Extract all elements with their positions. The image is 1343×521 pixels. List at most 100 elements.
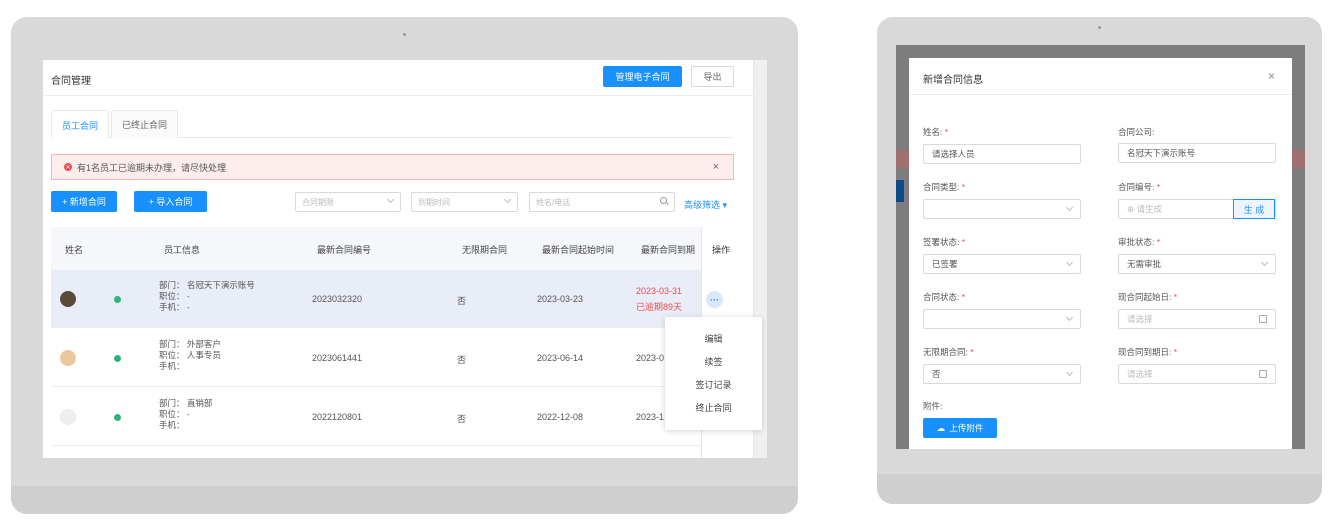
contract-code: 2022120801 (312, 412, 363, 422)
unlimited-value: 否 (457, 296, 467, 306)
camera-dot (1098, 26, 1101, 29)
company-label: 合同公司: (1118, 127, 1155, 137)
phone-text: 手机： - (159, 302, 190, 312)
more-actions-button[interactable]: ··· (706, 291, 723, 308)
chevron-down-icon (503, 195, 512, 204)
column-header: 员工信息 (164, 245, 201, 255)
start-date: 2023-03-23 (537, 294, 584, 304)
unlimited-value: 否 (457, 355, 467, 365)
menu-item-edit[interactable]: 编辑 (665, 332, 762, 345)
tab-employee-contracts[interactable]: 员工合同 (51, 110, 110, 139)
contract-status-select[interactable] (923, 309, 1081, 329)
phone-text: 手机： (159, 420, 185, 430)
contract-code-field[interactable]: ⊕ 请生成 生 成 (1118, 199, 1276, 219)
alert-text: 有1名员工已逾期未办理，请尽快处理 (77, 162, 227, 173)
search-input[interactable]: 姓名/电话 (529, 192, 675, 212)
end-date: 2023-03-31 (636, 286, 683, 296)
start-date: 2022-12-08 (537, 412, 584, 422)
approval-status-select[interactable]: 无需审批 (1118, 254, 1276, 274)
tab-bar: 员工合同 已终止合同 (51, 110, 733, 139)
background-alert-strip (896, 150, 909, 168)
company-field[interactable]: 名冠天下演示账号 (1118, 143, 1276, 163)
dept-text: 部门： 名冠天下演示账号 (159, 280, 255, 290)
end-date: 2023-0 (636, 353, 665, 363)
modal-title: 新增合同信息 (923, 75, 983, 86)
approval-status-label: 审批状态: * (1118, 237, 1161, 247)
page-title: 合同管理 (51, 76, 91, 87)
attachment-label: 附件: (923, 401, 943, 411)
avatar (60, 409, 76, 425)
import-contract-button[interactable]: + 导入合同 (134, 191, 207, 212)
dept-text: 部门： 直销部 (159, 398, 213, 408)
employee-info: 部门： 外部客户 职位： 人事专员 手机： (159, 339, 221, 372)
employee-info: 部门： 直销部 职位： - 手机： (159, 398, 212, 431)
end-date-picker[interactable]: 请选择 (1118, 364, 1276, 384)
status-dot (114, 355, 121, 362)
contract-status-label: 合同状态: * (923, 292, 966, 302)
divider (909, 94, 1292, 95)
phone-text: 手机： (159, 361, 185, 371)
tab-terminated-contracts[interactable]: 已终止合同 (111, 110, 179, 138)
end-date-label: 现合同到期日: * (1118, 347, 1178, 357)
sign-status-label: 签署状态: * (923, 237, 966, 247)
upload-icon: ☁ (936, 422, 946, 433)
column-header: 操作 (712, 245, 731, 255)
generate-button[interactable]: 生 成 (1233, 199, 1275, 219)
advanced-filter-link[interactable]: 高级筛选 ▾ (684, 198, 727, 211)
menu-item-renew[interactable]: 续签 (665, 355, 762, 368)
table-row[interactable]: 部门： 外部客户 职位： 人事专员 手机： 2023061441 否 2023-… (51, 329, 734, 387)
contract-type-select[interactable] (923, 199, 1081, 219)
chevron-down-icon (1065, 203, 1074, 212)
unlimited-select[interactable]: 否 (923, 364, 1081, 384)
end-date: 2023-1 (636, 412, 665, 422)
column-header: 最新合同编号 (317, 245, 372, 255)
position-text: 职位： 人事专员 (159, 350, 221, 360)
sign-status-select[interactable]: 已签署 (923, 254, 1081, 274)
status-dot (114, 414, 121, 421)
chevron-down-icon (386, 195, 395, 204)
table-row[interactable]: 部门： 名冠天下演示账号 职位： - 手机： - 2023032320 否 20… (51, 270, 734, 328)
calendar-icon (1259, 315, 1267, 323)
position-text: 职位： - (159, 409, 190, 419)
new-contract-button[interactable]: + 新增合同 (51, 191, 117, 212)
employee-info: 部门： 名冠天下演示账号 职位： - 手机： - (159, 280, 255, 313)
overdue-alert: ✕ 有1名员工已逾期未办理，请尽快处理 × (51, 154, 734, 180)
error-icon: ✕ (64, 163, 72, 171)
expire-time-select[interactable]: 到期时间 (411, 192, 518, 212)
close-icon[interactable]: × (713, 161, 719, 173)
start-date: 2023-06-14 (537, 353, 584, 363)
export-button[interactable]: 导出 (691, 66, 734, 87)
select-placeholder: 到期时间 (418, 197, 450, 207)
manage-econtract-button[interactable]: 管理电子合同 (603, 66, 682, 87)
chevron-down-icon (1065, 258, 1074, 267)
close-icon[interactable]: × (1268, 69, 1275, 83)
position-text: 职位： - (159, 291, 190, 301)
status-dot (114, 296, 121, 303)
laptop-base (877, 474, 1322, 504)
search-icon (660, 197, 667, 204)
start-date-picker[interactable]: 请选择 (1118, 309, 1276, 329)
overdue-text: 已逾期89天 (636, 302, 683, 312)
search-placeholder: 姓名/电话 (536, 197, 571, 207)
table-row[interactable]: 部门： 直销部 职位： - 手机： 2022120801 否 2022-12-0… (51, 388, 734, 446)
column-header: 无限期合同 (462, 245, 508, 255)
column-header: 最新合同到期 (641, 245, 696, 255)
select-placeholder: 合同期限 (302, 197, 334, 207)
laptop-base (11, 486, 798, 514)
chevron-down-icon (1260, 258, 1269, 267)
menu-item-terminate[interactable]: 终止合同 (665, 401, 762, 414)
row-action-menu: 编辑 续签 签订记录 终止合同 (665, 317, 762, 430)
code-label: 合同编号: * (1118, 182, 1161, 192)
upload-attachment-button[interactable]: ☁ 上传附件 (923, 418, 997, 438)
contract-term-select[interactable]: 合同期限 (295, 192, 401, 212)
table-header: 姓名 员工信息 最新合同编号 无限期合同 最新合同起始时间 最新合同到期 (51, 227, 734, 270)
type-label: 合同类型: * (923, 182, 966, 192)
new-contract-modal: 新增合同信息 × 姓名: * 请选择人员 合同公司: 名冠天下演示账号 合同类型… (909, 58, 1292, 449)
menu-item-sign-records[interactable]: 签订记录 (665, 378, 762, 391)
calendar-icon (1259, 370, 1267, 378)
background-button (896, 180, 904, 202)
start-date-label: 现合同起始日: * (1118, 292, 1178, 302)
column-header: 姓名 (65, 245, 84, 255)
app-header: 合同管理 管理电子合同 导出 (43, 60, 753, 96)
name-field[interactable]: 请选择人员 (923, 144, 1081, 164)
